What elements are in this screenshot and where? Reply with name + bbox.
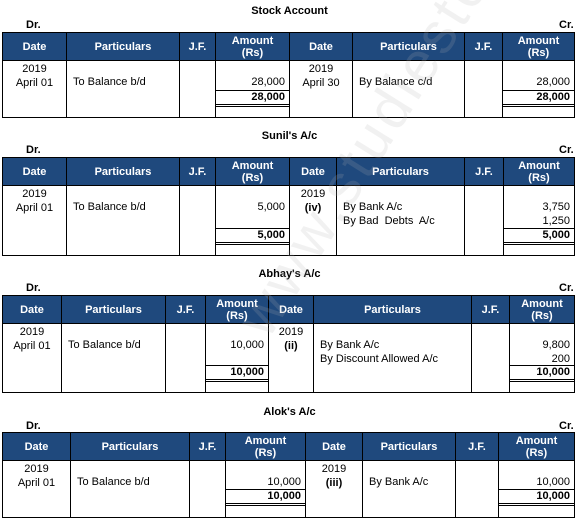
debit-amount: 28,000 28,000 (215, 60, 290, 118)
table-row: 2019 April 01 To Balance b/d 5,000 5,000 2… (2, 185, 575, 256)
credit-jf (464, 185, 504, 256)
col-amount-cr: Amount (Rs) (502, 32, 575, 61)
col-particulars-cr: Particulars (313, 295, 472, 324)
debit-particulars: To Balance b/d (70, 460, 190, 518)
credit-amount: 10,000 10,000 (498, 460, 575, 518)
col-particulars-cr: Particulars (352, 32, 465, 61)
debit-particulars: To Balance b/d (61, 323, 166, 393)
debit-total: 10,000 (226, 489, 305, 506)
ledger-table-sunil: Date Particulars J.F. Amount (Rs) Date Pa… (2, 157, 575, 256)
debit-jf (179, 60, 216, 118)
credit-amount: 28,000 28,000 (502, 60, 575, 118)
credit-jf (455, 460, 499, 518)
debit-jf (179, 185, 216, 256)
col-amount-dr: Amount (Rs) (205, 295, 269, 324)
debit-jf (165, 323, 206, 393)
account-title: Alok's A/c (263, 406, 316, 418)
col-date-dr: Date (2, 432, 71, 461)
dr-label: Dr. (26, 282, 41, 294)
credit-particulars: By Bank A/c By Discount Allowed A/c (313, 323, 472, 393)
credit-jf (464, 60, 503, 118)
header-row: Date Particulars J.F. Amount (Rs) Date Pa… (2, 432, 575, 461)
dr-label: Dr. (26, 420, 41, 432)
account-title: Abhay's A/c (258, 268, 321, 280)
credit-date: 2019 (iv) (289, 185, 337, 256)
col-date-dr: Date (2, 32, 67, 61)
col-jf-dr: J.F. (179, 32, 216, 61)
col-jf-dr: J.F. (179, 157, 216, 186)
col-particulars-dr: Particulars (66, 157, 180, 186)
debit-date: 2019 April 01 (2, 460, 71, 518)
credit-particulars: By Bank A/c By Bad Debts A/c (336, 185, 465, 256)
credit-particulars: By Balance c/d (352, 60, 465, 118)
debit-jf (189, 460, 226, 518)
col-date-cr: Date (268, 295, 314, 324)
col-particulars-cr: Particulars (362, 432, 456, 461)
credit-total: 5,000 (504, 228, 574, 245)
credit-total: 10,000 (499, 489, 574, 506)
col-jf-cr: J.F. (455, 432, 499, 461)
credit-total: 28,000 (503, 90, 574, 107)
col-jf-cr: J.F. (471, 295, 510, 324)
debit-particulars: To Balance b/d (66, 60, 180, 118)
col-amount-cr: Amount (Rs) (498, 432, 575, 461)
col-amount-dr: Amount (Rs) (215, 32, 290, 61)
debit-date: 2019 April 01 (2, 60, 67, 118)
credit-date: 2019 April 30 (289, 60, 353, 118)
header-row: Date Particulars J.F. Amount (Rs) Date Pa… (2, 295, 575, 324)
col-particulars-dr: Particulars (61, 295, 166, 324)
col-amount-dr: Amount (Rs) (225, 432, 306, 461)
credit-particulars: By Bank A/c (362, 460, 456, 518)
col-amount-cr: Amount (Rs) (503, 157, 575, 186)
credit-amount: 3,750 1,250 5,000 (503, 185, 575, 256)
col-particulars-dr: Particulars (70, 432, 190, 461)
account-title: Sunil's A/c (261, 130, 318, 142)
debit-total: 28,000 (216, 90, 289, 107)
col-date-dr: Date (2, 157, 67, 186)
credit-jf (471, 323, 510, 393)
table-row: 2019 April 01 To Balance b/d 10,000 10,000… (2, 460, 575, 518)
debit-total: 10,000 (206, 365, 268, 382)
credit-total: 10,000 (510, 365, 574, 382)
debit-date: 2019 April 01 (2, 323, 62, 393)
dr-label: Dr. (26, 144, 41, 156)
cr-label: Cr. (559, 19, 574, 31)
credit-date: 2019 (iii) (305, 460, 363, 518)
header-row: Date Particulars J.F. Amount (Rs) Date Pa… (2, 32, 575, 61)
debit-amount: 5,000 5,000 (215, 185, 290, 256)
col-date-cr: Date (289, 157, 337, 186)
col-jf-cr: J.F. (464, 157, 504, 186)
ledger-table-stock: Date Particulars J.F. Amount (Rs) Date Pa… (2, 32, 575, 118)
col-particulars-dr: Particulars (66, 32, 180, 61)
credit-date: 2019 (ii) (268, 323, 314, 393)
col-date-cr: Date (289, 32, 353, 61)
cr-label: Cr. (559, 144, 574, 156)
debit-date: 2019 April 01 (2, 185, 67, 256)
debit-particulars: To Balance b/d (66, 185, 180, 256)
account-title: Stock Account (251, 5, 328, 17)
header-row: Date Particulars J.F. Amount (Rs) Date Pa… (2, 157, 575, 186)
col-jf-dr: J.F. (165, 295, 206, 324)
credit-amount: 9,800 200 10,000 (509, 323, 575, 393)
table-row: 2019 April 01 To Balance b/d 10,000 10,000… (2, 323, 575, 393)
debit-amount: 10,000 10,000 (225, 460, 306, 518)
col-date-dr: Date (2, 295, 62, 324)
cr-label: Cr. (559, 282, 574, 294)
col-amount-dr: Amount (Rs) (215, 157, 290, 186)
col-particulars-cr: Particulars (336, 157, 465, 186)
col-jf-dr: J.F. (189, 432, 226, 461)
debit-amount: 10,000 10,000 (205, 323, 269, 393)
cr-label: Cr. (559, 420, 574, 432)
table-row: 2019 April 01 To Balance b/d 28,000 28,000… (2, 60, 575, 118)
dr-label: Dr. (26, 19, 41, 31)
col-amount-cr: Amount (Rs) (509, 295, 575, 324)
ledger-table-alok: Date Particulars J.F. Amount (Rs) Date Pa… (2, 432, 575, 518)
debit-total: 5,000 (216, 228, 289, 245)
ledger-table-abhay: Date Particulars J.F. Amount (Rs) Date Pa… (2, 295, 575, 393)
col-jf-cr: J.F. (464, 32, 503, 61)
col-date-cr: Date (305, 432, 363, 461)
